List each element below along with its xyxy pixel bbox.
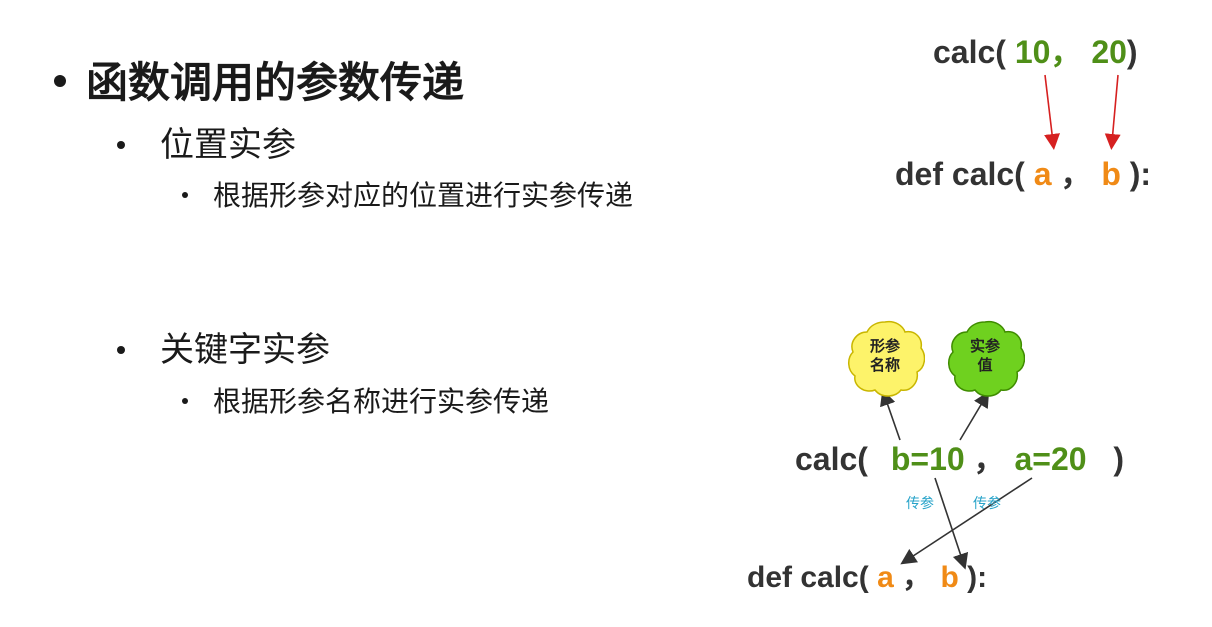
keyword-param-separator: ， <box>902 561 933 594</box>
positional-param-1: a <box>1033 156 1052 192</box>
formal-cloud-line1: 形参 <box>869 337 900 355</box>
formal-param-cloud-label: 形参 名称 <box>845 337 925 375</box>
positional-param-separator: ， <box>1060 156 1093 192</box>
positional-def-line: def calc( a ， b ): <box>895 158 1151 190</box>
bullet-level3-icon <box>182 192 188 198</box>
arrow-b-to-param-b <box>934 477 969 570</box>
def-prefix: def calc( <box>747 561 869 594</box>
actual-value-cloud-label: 实参 值 <box>945 337 1025 375</box>
keyword-arg-1: b=10 <box>890 441 965 477</box>
pass-label-left: 传参 <box>906 496 934 512</box>
keyword-def-line: def calc( a ， b ): <box>747 563 987 593</box>
keyword-arg-separator: ， <box>973 441 1006 477</box>
bullet-level2-icon <box>117 141 125 149</box>
bullet-level3-icon <box>182 398 188 404</box>
pass-label-right: 传参 <box>973 496 1001 512</box>
keyword-arg-2: a=20 <box>1014 441 1087 477</box>
call-prefix: calc( <box>795 441 868 477</box>
positional-arg-separator: ， <box>1050 34 1083 70</box>
arrow-10-to-a <box>1044 74 1060 150</box>
def-suffix: ): <box>1129 156 1152 192</box>
arrow-a-to-param-a <box>900 477 1033 565</box>
keyword-args-description: 根据形参名称进行实参传递 <box>213 385 550 418</box>
actual-cloud-line1: 实参 <box>969 337 1000 355</box>
positional-call-line: calc( 10， 20) <box>933 36 1138 68</box>
bullet-level1-icon <box>54 75 66 87</box>
positional-arg-2: 20 <box>1091 34 1127 70</box>
keyword-param-2: b <box>940 561 959 594</box>
keyword-param-1: a <box>877 561 894 594</box>
call-suffix: ) <box>1126 34 1138 70</box>
call-suffix: ) <box>1113 441 1125 477</box>
positional-arg-1: 10 <box>1014 34 1051 70</box>
arrow-20-to-b <box>1104 74 1121 150</box>
call-prefix: calc( <box>933 34 1006 70</box>
page-title: 函数调用的参数传递 <box>86 58 465 107</box>
positional-args-description: 根据形参对应的位置进行实参传递 <box>213 179 634 212</box>
bullet-level2-icon <box>117 346 125 354</box>
arrow-b-to-formal-cloud <box>880 389 901 441</box>
keyword-args-heading: 关键字实参 <box>160 330 330 370</box>
positional-args-heading: 位置实参 <box>160 125 296 165</box>
def-prefix: def calc( <box>895 156 1025 192</box>
positional-param-2: b <box>1101 156 1121 192</box>
arrow-10-to-actual-cloud <box>959 391 990 441</box>
actual-cloud-line2: 值 <box>977 356 993 374</box>
def-suffix: ): <box>967 561 988 594</box>
keyword-call-line: calc( b=10 ， a=20 ) <box>795 443 1124 475</box>
formal-cloud-line2: 名称 <box>869 356 900 374</box>
